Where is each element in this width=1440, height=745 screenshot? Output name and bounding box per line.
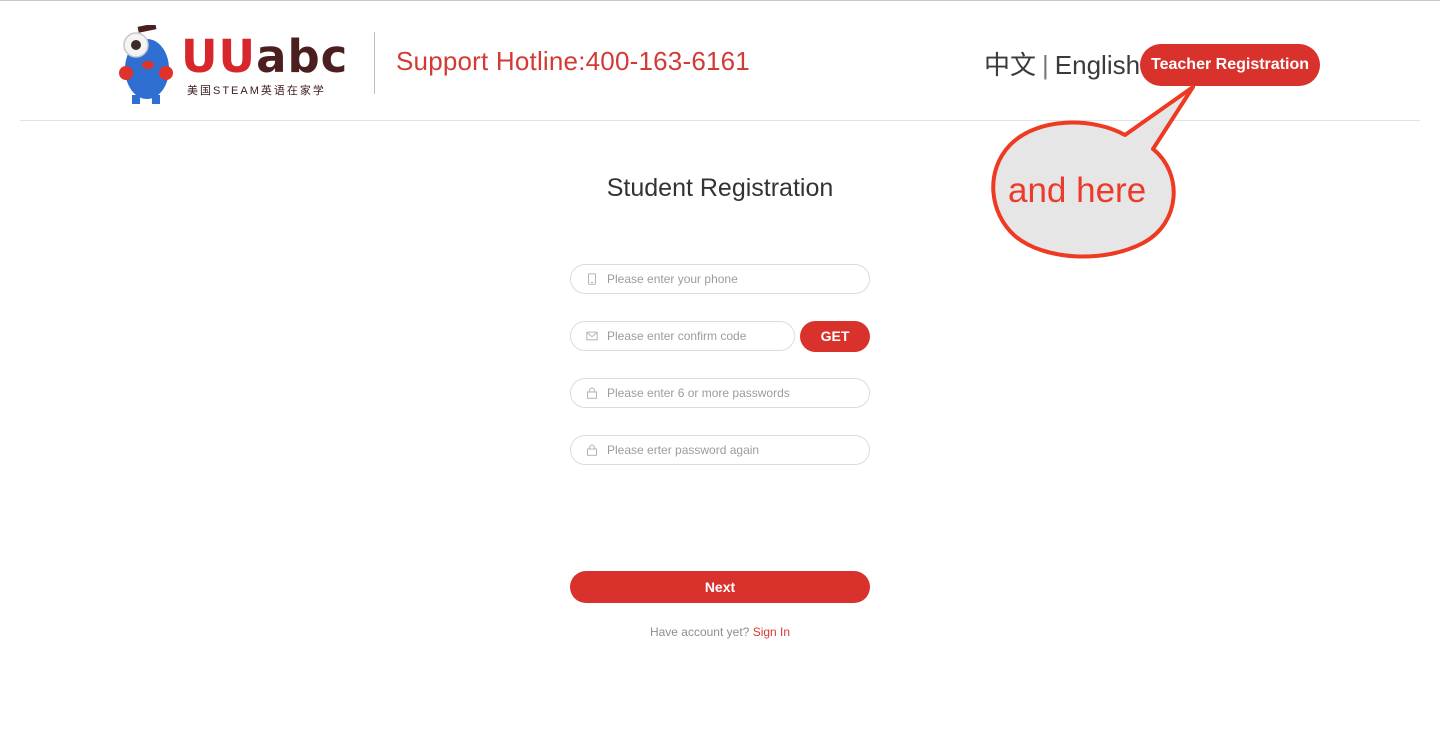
next-button[interactable]: Next [570,571,870,603]
header: UUabc 美国STEAM英语在家学 Support Hotline:400-1… [0,1,1440,121]
confirm-code-input[interactable] [607,326,787,346]
lang-chinese-link[interactable]: 中文 [984,50,1036,80]
brand-u2: U [218,30,257,83]
lock-icon [587,387,597,399]
brand-abc: abc [256,30,349,83]
teacher-registration-button[interactable]: Teacher Registration [1140,44,1320,86]
brand-wordmark: UUabc [181,33,348,81]
have-account-text: Have account yet? [649,625,750,639]
header-divider [374,32,375,94]
sign-in-link[interactable]: Sign In [753,625,790,639]
brand-tagline: 美国STEAM英语在家学 [187,85,326,97]
uuabc-logo[interactable]: UUabc 美国STEAM英语在家学 [118,25,358,105]
phone-icon [588,273,596,285]
page-title: Student Registration [606,174,834,202]
support-hotline: Support Hotline:400-163-6161 [396,46,750,76]
get-code-button[interactable]: GET [800,321,870,352]
password-input[interactable] [607,383,857,403]
phone-field[interactable] [570,264,870,294]
callout-text: and here [1008,171,1147,210]
password-again-field[interactable] [570,435,870,465]
phone-input[interactable] [607,269,857,289]
language-switcher: 中文 | English [984,45,1140,82]
brand-u1: U [181,30,219,83]
lang-english-link[interactable]: English [1055,50,1140,80]
signin-prompt: Have account yet? Sign In [570,625,870,639]
envelope-icon [586,331,598,341]
confirm-code-field[interactable] [570,321,795,351]
mascot-icon [119,25,173,104]
password-again-input[interactable] [607,440,857,460]
password-field[interactable] [570,378,870,408]
lock-icon [587,444,597,456]
lang-separator: | [1042,50,1049,80]
